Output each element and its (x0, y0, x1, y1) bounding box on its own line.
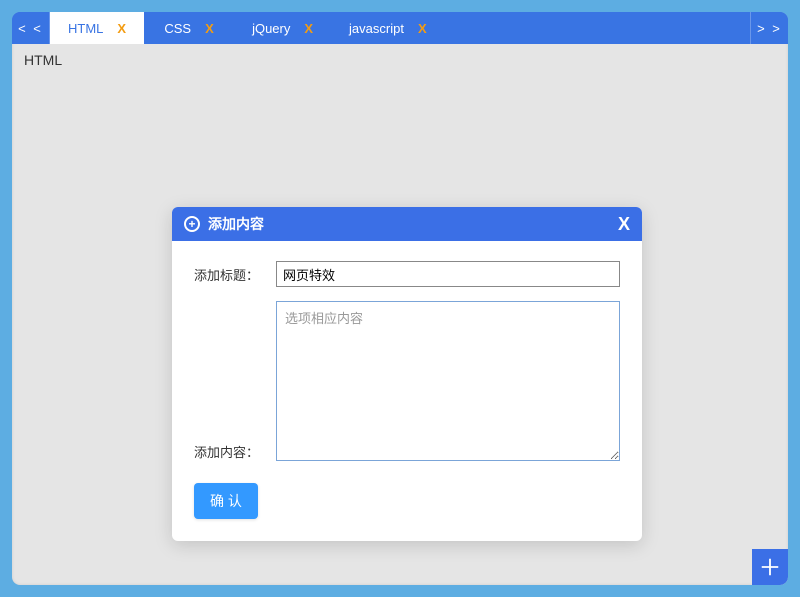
add-button[interactable] (752, 549, 788, 585)
tab-bar: < < HTML X CSS X jQuery X javascript X (12, 12, 788, 44)
modal-body: 添加标题： 添加内容： 确 认 (172, 241, 642, 541)
title-input[interactable] (276, 261, 620, 287)
tabs-track: HTML X CSS X jQuery X javascript X (50, 12, 750, 44)
tab-html[interactable]: HTML X (50, 12, 144, 44)
close-icon[interactable]: X (418, 21, 427, 36)
add-content-modal: + 添加内容 X 添加标题： 添加内容： 确 认 (172, 207, 642, 541)
content-area: HTML (12, 44, 788, 76)
close-icon[interactable]: X (304, 21, 313, 36)
tab-nav-prev[interactable]: < < (12, 12, 50, 44)
tab-label: HTML (68, 21, 103, 36)
plus-circle-icon: + (184, 216, 200, 232)
tab-javascript[interactable]: javascript X (331, 12, 445, 44)
tab-label: javascript (349, 21, 404, 36)
tab-jquery[interactable]: jQuery X (234, 12, 331, 44)
modal-title: 添加内容 (208, 214, 264, 234)
content-text: HTML (24, 52, 62, 68)
close-icon[interactable]: X (117, 21, 126, 36)
close-icon[interactable]: X (205, 21, 214, 36)
content-textarea[interactable] (276, 301, 620, 461)
tab-label: CSS (164, 21, 191, 36)
modal-close-button[interactable]: X (618, 214, 630, 235)
content-field-label: 添加内容： (194, 438, 276, 461)
tab-label: jQuery (252, 21, 290, 36)
confirm-button[interactable]: 确 认 (194, 483, 258, 519)
tab-css[interactable]: CSS X (144, 12, 234, 44)
tab-nav-next[interactable]: > > (750, 12, 788, 44)
plus-icon (759, 556, 781, 578)
app-frame: < < HTML X CSS X jQuery X javascript X (12, 12, 788, 585)
modal-header[interactable]: + 添加内容 X (172, 207, 642, 241)
title-field-label: 添加标题： (194, 261, 276, 284)
